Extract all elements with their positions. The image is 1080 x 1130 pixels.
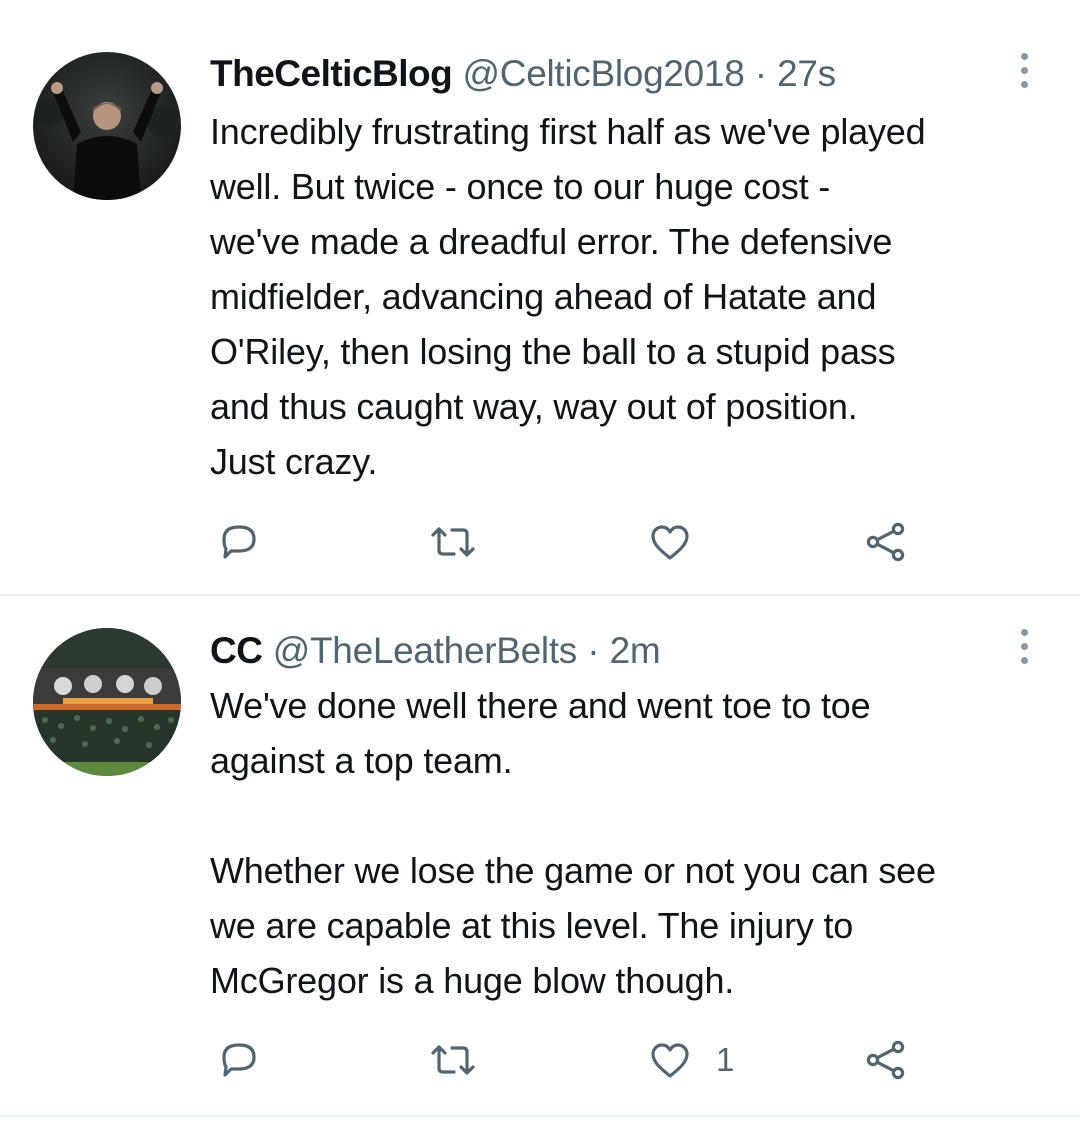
share-button[interactable]: [862, 1030, 910, 1090]
tweet-text-line: We've done well there and went toe to to…: [210, 685, 871, 726]
tweet-text-line: Whether we lose the game or not you can …: [210, 850, 936, 891]
display-name[interactable]: CC: [210, 630, 263, 671]
tweet-header: TheCelticBlog @CelticBlog2018 · 27s: [210, 50, 1000, 98]
avatar[interactable]: [33, 52, 181, 200]
tweet-text-line: we are capable at this level. The injury…: [210, 905, 854, 946]
tweet-text-line: Incredibly frustrating first half as we'…: [210, 111, 926, 152]
like-button[interactable]: [646, 512, 716, 572]
tweet-text: Incredibly frustrating first half as we'…: [210, 104, 1060, 489]
tweet-text: We've done well there and went toe to to…: [210, 678, 1060, 1008]
timestamp[interactable]: 27s: [777, 53, 836, 94]
more-options-icon[interactable]: [1012, 622, 1036, 670]
tweet-actions: 1: [0, 1030, 1080, 1090]
tweet-actions: [0, 512, 1080, 572]
tweet-text-line: and thus caught way, way out of position…: [210, 386, 858, 427]
separator-dot: ·: [754, 53, 767, 94]
avatar-photo: [33, 52, 181, 200]
tweet-text-line: midfielder, advancing ahead of Hatate an…: [210, 276, 877, 317]
tweet-header: CC @TheLeatherBelts · 2m: [210, 627, 1000, 675]
tweet-text-line: we've made a dreadful error. The defensi…: [210, 221, 893, 262]
tweet-text-line: Just crazy.: [210, 441, 378, 482]
avatar[interactable]: [33, 628, 181, 776]
timestamp[interactable]: 2m: [610, 630, 661, 671]
divider: [0, 1115, 1080, 1117]
retweet-button[interactable]: [425, 512, 481, 572]
tweet[interactable]: CC @TheLeatherBelts · 2m We've done well…: [0, 596, 1080, 1115]
more-options-icon[interactable]: [1012, 46, 1036, 94]
tweet-text-line: O'Riley, then losing the ball to a stupi…: [210, 331, 896, 372]
avatar-photo: [33, 628, 181, 776]
like-icon: [651, 1043, 689, 1078]
tweet[interactable]: TheCelticBlog @CelticBlog2018 · 27s Incr…: [0, 0, 1080, 594]
separator-dot: ·: [587, 630, 600, 671]
retweet-button[interactable]: [425, 1030, 481, 1090]
user-handle[interactable]: @CelticBlog2018: [463, 53, 745, 94]
tweet-text-line: McGregor is a huge blow though.: [210, 960, 735, 1001]
share-icon: [866, 522, 905, 562]
reply-button[interactable]: [215, 1030, 263, 1090]
tweet-text-line: against a top team.: [210, 740, 513, 781]
tweet-text-line: well. But twice - once to our huge cost …: [210, 166, 831, 207]
retweet-icon: [431, 1045, 475, 1075]
retweet-icon: [431, 527, 475, 557]
like-count: 1: [716, 1041, 735, 1078]
share-icon: [866, 1040, 905, 1080]
reply-button[interactable]: [215, 512, 263, 572]
paragraph-break: [210, 788, 1060, 843]
share-button[interactable]: [862, 512, 910, 572]
reply-icon: [222, 1043, 256, 1077]
reply-icon: [222, 525, 256, 559]
like-icon: [651, 525, 689, 560]
like-button[interactable]: 1: [646, 1030, 734, 1090]
display-name[interactable]: TheCelticBlog: [210, 53, 453, 94]
user-handle[interactable]: @TheLeatherBelts: [273, 630, 578, 671]
